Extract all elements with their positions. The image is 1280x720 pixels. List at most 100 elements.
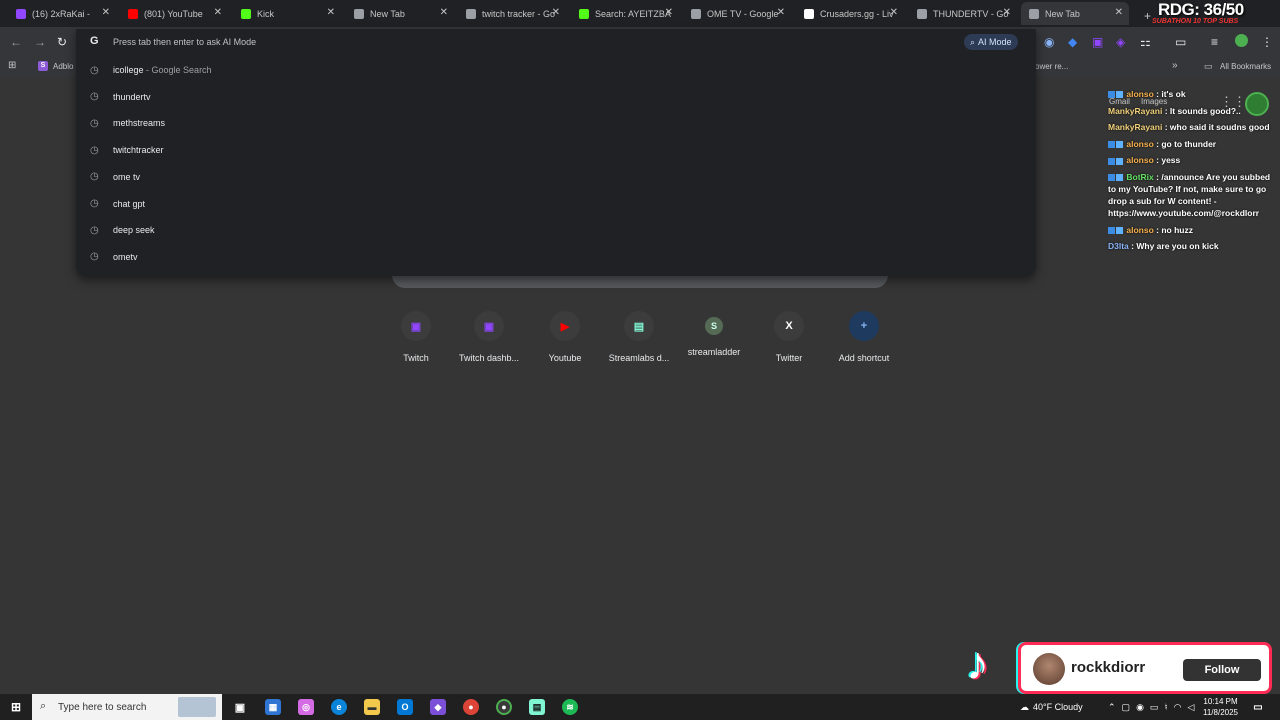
ntp-shortcut[interactable]: ▣ Twitch dashb... (449, 311, 529, 363)
task-view-icon[interactable]: ▣ (232, 699, 248, 715)
bookmark-adblock[interactable]: Adblo (53, 62, 73, 71)
suggestion-subtext: - Google Search (143, 65, 212, 75)
omnibox-placeholder[interactable]: Press tab then enter to ask AI Mode (113, 37, 256, 47)
chrome-active-icon[interactable]: ● (496, 699, 512, 715)
tray-app2-icon[interactable]: ◉ (1136, 702, 1144, 713)
shortcut-icon: X (774, 311, 804, 341)
close-tab-icon[interactable]: ✕ (890, 7, 898, 18)
tray-app-icon[interactable]: ▢ (1122, 702, 1131, 713)
tab-favicon-icon (804, 8, 814, 19)
twitch-extension-icon[interactable]: ▣ (1092, 35, 1103, 49)
tab-title: Crusaders.gg - Liv (820, 8, 894, 19)
chevron-up-icon[interactable]: ⌃ (1108, 702, 1116, 713)
browser-tab[interactable]: twitch tracker - Go ✕ (458, 2, 566, 25)
ntp-shortcut[interactable]: ▤ Streamlabs d... (599, 311, 679, 363)
close-tab-icon[interactable]: ✕ (214, 7, 222, 18)
omnibox-input[interactable]: G Press tab then enter to ask AI Mode ⌕ … (76, 29, 1036, 55)
close-tab-icon[interactable]: ✕ (665, 7, 673, 18)
browser-tab[interactable]: New Tab ✕ (346, 2, 454, 25)
omnibox-suggestion[interactable]: ◷ deep seek (76, 217, 1036, 243)
omnibox-suggestion[interactable]: ◷ ome tv (76, 164, 1036, 190)
tab-search-icon[interactable]: ▭ (1175, 35, 1186, 49)
chat-text: who said it soudns good (1169, 122, 1270, 133)
chat-text: yess (1161, 155, 1181, 166)
omnibox-suggestion[interactable]: ◷ methstreams (76, 110, 1036, 136)
shortcut-icon: + (849, 311, 879, 341)
close-tab-icon[interactable]: ✕ (1003, 7, 1011, 18)
tab-title: New Tab (370, 8, 405, 19)
apps-grid-icon[interactable]: ⊞ (8, 60, 16, 71)
taskbar-search[interactable]: ⌕ Type here to search (32, 694, 222, 720)
tray-network-icon[interactable]: ▭ (1150, 702, 1159, 713)
chat-text: It sounds good?.. (1169, 105, 1241, 116)
ntp-shortcut[interactable]: Sstreamladder (674, 311, 754, 357)
weather-text: 40°F Cloudy (1033, 702, 1083, 712)
close-tab-icon[interactable]: ✕ (552, 7, 560, 18)
browser-tab[interactable]: Crusaders.gg - Liv ✕ (796, 2, 904, 25)
browser-tab[interactable]: THUNDERTV - Go ✕ (909, 2, 1017, 25)
chat-username: alonso (1126, 224, 1154, 235)
chat-text: it's ok (1161, 89, 1186, 99)
chevron-more-icon[interactable]: » (1172, 60, 1178, 71)
all-bookmarks[interactable]: All Bookmarks (1220, 62, 1271, 71)
new-tab-button[interactable]: + (1136, 4, 1151, 27)
close-tab-icon[interactable]: ✕ (327, 7, 335, 18)
history-icon: ◷ (90, 144, 99, 156)
shield-extension-icon[interactable]: ◆ (1068, 35, 1077, 49)
browser-tab[interactable]: Kick ✕ (233, 2, 341, 25)
extension-icon[interactable]: ◉ (1044, 35, 1054, 49)
browser-tab[interactable]: New Tab ✕ (1021, 2, 1129, 25)
browser-tab[interactable]: (801) YouTube ✕ (120, 2, 228, 25)
chrome-icon[interactable]: ● (463, 699, 479, 715)
browser-tab[interactable]: Search: AYEITZBA ✕ (571, 2, 679, 25)
tab-favicon-icon (354, 8, 364, 19)
omnibox-suggestion[interactable]: ◷ thundertv (76, 84, 1036, 110)
weather-widget[interactable]: ☁ 40°F Cloudy (1020, 694, 1083, 720)
clock[interactable]: 10:14 PM 11/8/2025 (1203, 696, 1238, 718)
spotify-icon[interactable]: ≋ (562, 699, 578, 715)
volume-icon[interactable]: ◁ (1188, 702, 1195, 713)
browser-tab[interactable]: (16) 2xRaKai - ✕ (8, 2, 116, 25)
ntp-shortcut[interactable]: ▣ Twitch (376, 311, 456, 363)
outlook-icon[interactable]: O (397, 699, 413, 715)
suggestion-text: icollege (113, 65, 144, 75)
menu-kebab-icon[interactable]: ⋮ (1261, 35, 1273, 49)
ntp-shortcut[interactable]: + Add shortcut (824, 311, 904, 363)
close-tab-icon[interactable]: ✕ (777, 7, 785, 18)
microphone-icon[interactable]: ♮ (1164, 702, 1167, 713)
tab-favicon-icon (16, 8, 26, 19)
omnibox-suggestion[interactable]: ◷ icollege - Google Search (76, 57, 1036, 83)
profile-avatar[interactable] (1235, 34, 1248, 47)
back-arrow-icon[interactable]: ← (10, 35, 22, 49)
tab-title: (801) YouTube (144, 8, 203, 19)
media-icon[interactable]: ≡ (1211, 35, 1218, 49)
m365-icon[interactable]: ◆ (430, 699, 446, 715)
close-tab-icon[interactable]: ✕ (1115, 7, 1123, 18)
file-explorer-icon[interactable]: ▬ (364, 699, 380, 715)
omnibox-suggestion[interactable]: ◷ ometv (76, 244, 1036, 270)
puzzle-icon[interactable]: ⚏ (1140, 35, 1151, 49)
kick-badge-icon (1108, 174, 1115, 182)
close-tab-icon[interactable]: ✕ (102, 7, 110, 18)
windows-start-icon[interactable]: ⊞ (8, 699, 24, 715)
widgets-icon[interactable]: ▦ (265, 699, 281, 715)
browser-tab[interactable]: OME TV - Google ✕ (683, 2, 791, 25)
copilot-icon[interactable]: ◎ (298, 699, 314, 715)
reload-icon[interactable]: ↻ (57, 35, 67, 49)
forward-arrow-icon[interactable]: → (34, 35, 46, 49)
ntp-shortcut[interactable]: X Twitter (749, 311, 829, 363)
edge-icon[interactable]: e (331, 699, 347, 715)
chat-message: D3lta : Why are you on kick (1108, 240, 1280, 252)
ext-extension-icon[interactable]: ◈ (1116, 35, 1125, 49)
wifi-icon[interactable]: ◠ (1174, 702, 1182, 713)
notification-icon[interactable]: ▭ (1250, 699, 1266, 715)
close-tab-icon[interactable]: ✕ (440, 7, 448, 18)
ai-mode-button[interactable]: ⌕ AI Mode (964, 34, 1018, 50)
ntp-shortcut[interactable]: ▶ Youtube (525, 311, 605, 363)
suggestion-text: ome tv (113, 171, 141, 182)
streamlabs-icon[interactable]: ▤ (529, 699, 545, 715)
follow-button[interactable]: Follow (1183, 659, 1261, 681)
bookmark-partial[interactable]: ower re... (1035, 62, 1068, 71)
omnibox-suggestion[interactable]: ◷ twitchtracker (76, 137, 1036, 163)
omnibox-suggestion[interactable]: ◷ chat gpt (76, 191, 1036, 217)
